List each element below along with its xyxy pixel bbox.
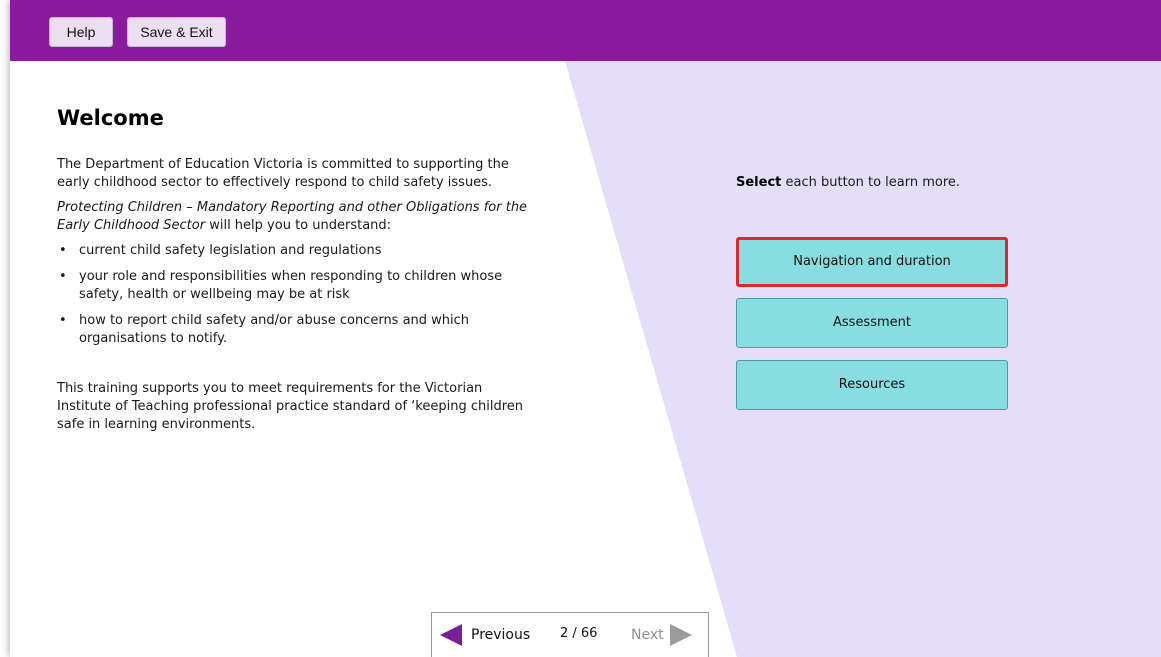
pager: Previous 2 / 66 Next xyxy=(431,612,709,657)
intro-paragraph: The Department of Education Victoria is … xyxy=(57,157,509,190)
arrow-right-icon xyxy=(669,624,692,646)
previous-button[interactable]: Previous xyxy=(440,623,530,647)
course-paragraph: Protecting Children – Mandatory Reportin… xyxy=(57,199,537,235)
select-instruction-bold: Select xyxy=(736,175,782,190)
page-count: 2 / 66 xyxy=(560,626,598,641)
list-item: how to report child safety and/or abuse … xyxy=(57,312,537,348)
assessment-button[interactable]: Assessment xyxy=(736,298,1008,348)
closing-paragraph: This training supports you to meet requi… xyxy=(57,381,523,432)
arrow-left-icon xyxy=(440,624,462,646)
list-item: your role and responsibilities when resp… xyxy=(57,268,537,304)
header-bar: Help Save & Exit xyxy=(10,0,1161,61)
select-instruction-rest: each button to learn more. xyxy=(781,175,961,190)
help-button[interactable]: Help xyxy=(49,17,113,47)
next-label: Next xyxy=(631,627,664,643)
select-instruction: Select each button to learn more. xyxy=(736,175,960,190)
next-button[interactable]: Next xyxy=(631,623,692,647)
resources-button[interactable]: Resources xyxy=(736,360,1008,410)
learning-outcomes-list: current child safety legislation and reg… xyxy=(57,242,537,348)
app-frame: Help Save & Exit Welcome The Department … xyxy=(10,0,1161,657)
save-exit-button[interactable]: Save & Exit xyxy=(127,17,226,47)
welcome-content: The Department of Education Victoria is … xyxy=(57,156,537,441)
previous-label: Previous xyxy=(471,627,531,643)
course-suffix: will help you to understand: xyxy=(205,218,392,233)
list-item: current child safety legislation and reg… xyxy=(57,242,537,260)
navigation-duration-button[interactable]: Navigation and duration xyxy=(736,237,1008,287)
page-title: Welcome xyxy=(57,106,164,130)
